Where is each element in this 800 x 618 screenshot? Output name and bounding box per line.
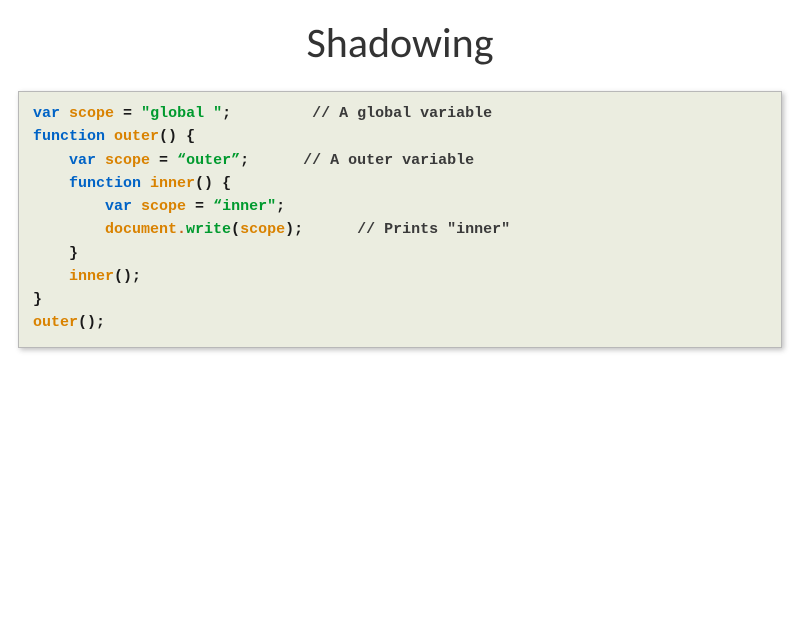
keyword-function: function: [69, 175, 141, 192]
code-line-9: }: [33, 288, 767, 311]
keyword-var: var: [105, 198, 132, 215]
semicolon: ;: [96, 314, 105, 331]
dot: .: [177, 221, 186, 238]
equals: =: [150, 152, 177, 169]
equals: =: [186, 198, 213, 215]
space: [60, 105, 69, 122]
keyword-function: function: [33, 128, 105, 145]
slide-title: Shadowing: [0, 18, 800, 69]
keyword-var: var: [33, 105, 60, 122]
identifier-outer: outer: [114, 128, 159, 145]
paren-close: ): [285, 221, 294, 238]
parens: (): [195, 175, 213, 192]
string-inner: “inner": [213, 198, 276, 215]
identifier-scope: scope: [69, 105, 114, 122]
code-line-8: inner();: [33, 265, 767, 288]
identifier-outer: outer: [33, 314, 78, 331]
comment-inner: // Prints "inner": [357, 221, 510, 238]
space: [141, 175, 150, 192]
code-line-7: }: [33, 242, 767, 265]
identifier-inner: inner: [69, 268, 114, 285]
semicolon: ;: [294, 221, 303, 238]
parens: (): [159, 128, 177, 145]
code-line-2: function outer() {: [33, 125, 767, 148]
code-line-4: function inner() {: [33, 172, 767, 195]
semicolon: ;: [240, 152, 249, 169]
semicolon: ;: [132, 268, 141, 285]
string-global: "global ": [141, 105, 222, 122]
brace-close: }: [33, 291, 42, 308]
comment-global: // A global variable: [312, 105, 492, 122]
slide: Shadowing var scope = "global "; // A gl…: [0, 18, 800, 618]
code-line-6: document.write(scope); // Prints "inner": [33, 218, 767, 241]
code-line-3: var scope = “outer”; // A outer variable: [33, 149, 767, 172]
parens: (): [78, 314, 96, 331]
identifier-scope: scope: [240, 221, 285, 238]
code-line-5: var scope = “inner";: [33, 195, 767, 218]
brace-close: }: [69, 245, 78, 262]
paren-open: (: [231, 221, 240, 238]
equals: =: [114, 105, 141, 122]
space: [132, 198, 141, 215]
identifier-scope: scope: [105, 152, 150, 169]
space: [96, 152, 105, 169]
code-block: var scope = "global "; // A global varia…: [18, 91, 782, 348]
comment-outer: // A outer variable: [303, 152, 474, 169]
brace-open: {: [213, 175, 231, 192]
brace-open: {: [177, 128, 195, 145]
space: [105, 128, 114, 145]
code-line-10: outer();: [33, 311, 767, 334]
identifier-scope: scope: [141, 198, 186, 215]
code-line-1: var scope = "global "; // A global varia…: [33, 102, 767, 125]
gap: [231, 105, 312, 122]
identifier-inner: inner: [150, 175, 195, 192]
gap: [249, 152, 303, 169]
parens: (): [114, 268, 132, 285]
gap: [303, 221, 357, 238]
identifier-write: write: [186, 221, 231, 238]
semicolon: ;: [222, 105, 231, 122]
identifier-document: document: [105, 221, 177, 238]
semicolon: ;: [276, 198, 285, 215]
string-outer: “outer”: [177, 152, 240, 169]
keyword-var: var: [69, 152, 96, 169]
